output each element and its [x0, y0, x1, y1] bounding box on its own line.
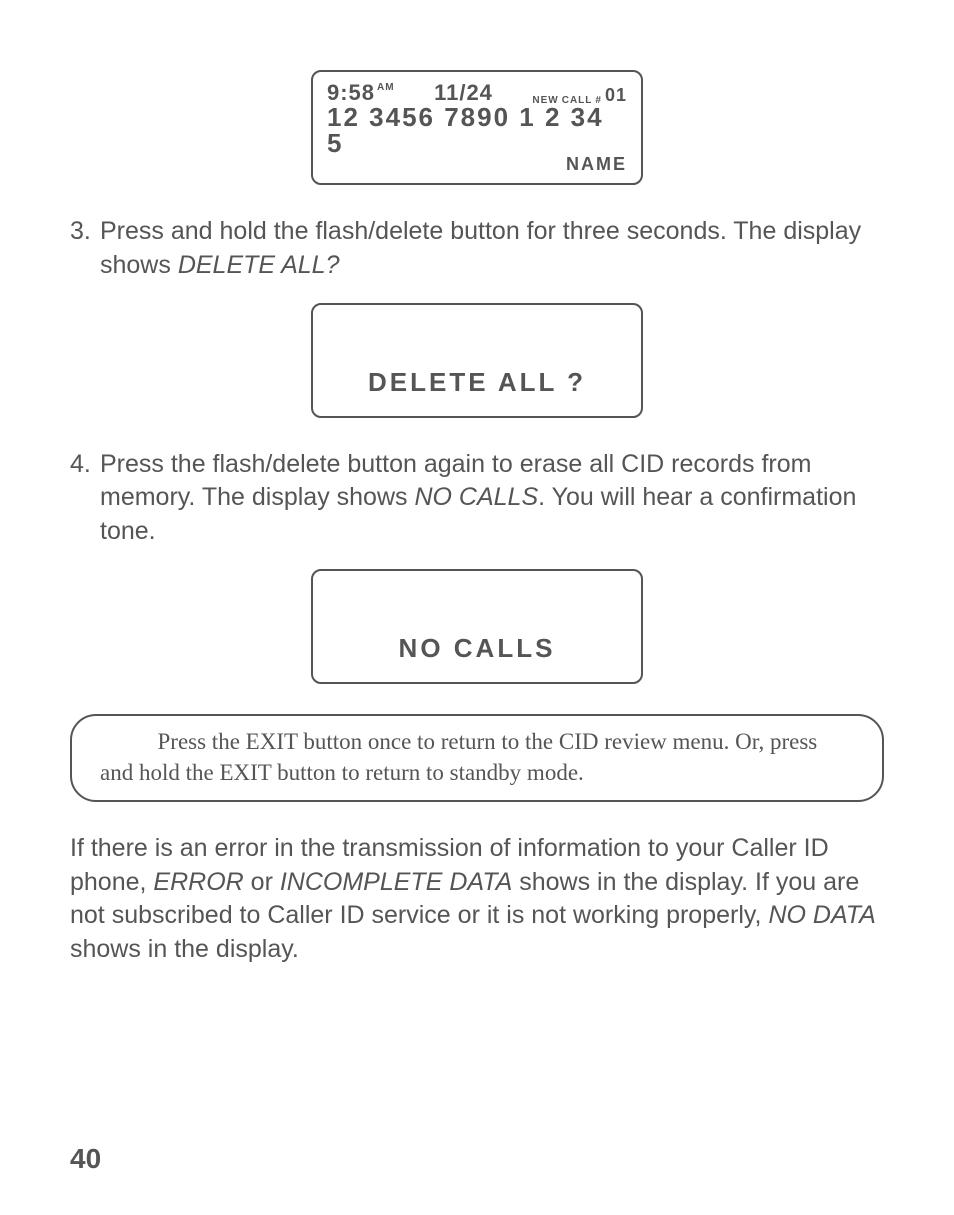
step-4-number: 4. [70, 448, 100, 549]
para-c: or [244, 868, 280, 896]
para-d: INCOMPLETE DATA [280, 868, 512, 896]
note-indent [100, 729, 158, 754]
step-3-body: Press and hold the flash/delete button f… [100, 215, 884, 283]
lcd-screen-callerid: 9:58 AM 11/24 NEW CALL # 01 12 3456 7890… [311, 70, 643, 185]
step-4-text-b: NO CALLS [414, 483, 538, 511]
lcd-delete-all-text: DELETE ALL ? [368, 367, 586, 398]
lcd-screen-no-calls: NO CALLS [311, 569, 643, 684]
note-text: Press the EXIT button once to return to … [100, 729, 817, 785]
lcd-ampm: AM [377, 82, 395, 93]
lcd-no-calls-text: NO CALLS [399, 633, 556, 664]
para-g: shows in the display. [70, 935, 299, 963]
note-box: Press the EXIT button once to return to … [70, 714, 884, 802]
para-f: NO DATA [768, 901, 875, 929]
step-4: 4. Press the flash/delete button again t… [70, 448, 884, 549]
step-3-number: 3. [70, 215, 100, 283]
page-number: 40 [70, 1143, 101, 1175]
error-paragraph: If there is an error in the transmission… [70, 832, 884, 967]
lcd-screen-delete-all: DELETE ALL ? [311, 303, 643, 418]
para-b: ERROR [153, 868, 243, 896]
lcd-call-number: 01 [605, 85, 627, 106]
step-4-body: Press the flash/delete button again to e… [100, 448, 884, 549]
step-3-text-b: DELETE ALL? [178, 251, 340, 279]
lcd-caller-name: NAME [327, 154, 627, 175]
lcd-phone-number: 12 3456 7890 1 2 34 5 [327, 104, 627, 156]
step-3: 3. Press and hold the flash/delete butto… [70, 215, 884, 283]
